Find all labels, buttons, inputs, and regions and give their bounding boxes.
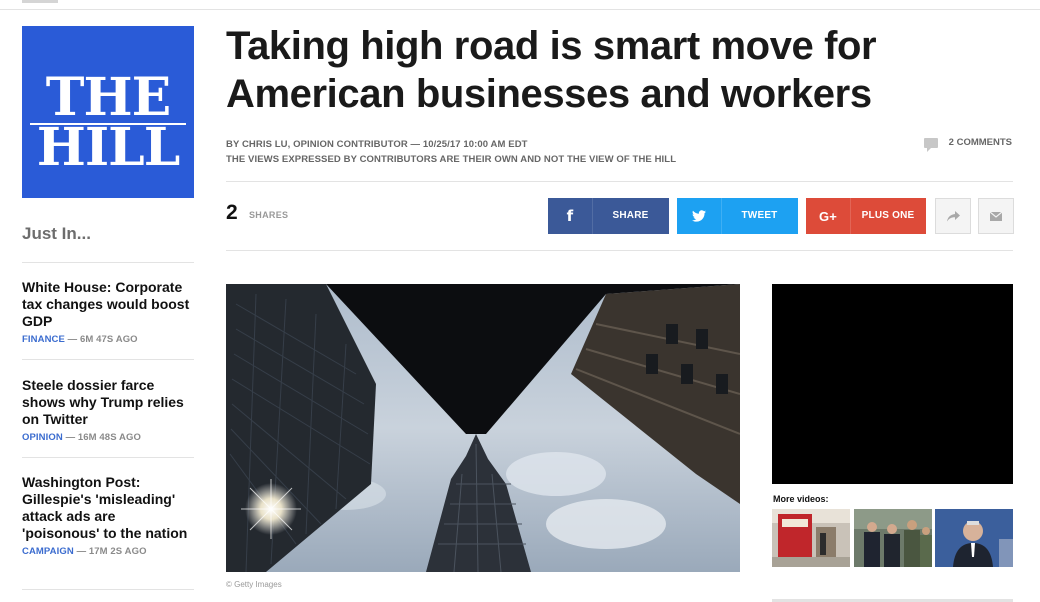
share-count: 2 bbox=[226, 201, 238, 224]
just-in-heading: Just In... bbox=[22, 224, 91, 243]
facebook-icon: f bbox=[548, 198, 593, 234]
divider bbox=[22, 262, 194, 263]
comment-bubble-icon bbox=[923, 137, 938, 152]
the-hill-logo[interactable]: THE HILL bbox=[22, 26, 194, 198]
story-meta: FINANCE — 6M 47S AGO bbox=[22, 334, 194, 345]
sidebar-story[interactable]: Steele dossier farce shows why Trump rel… bbox=[22, 377, 194, 443]
google-plus-icon: G+ bbox=[806, 198, 851, 234]
divider bbox=[226, 250, 1013, 251]
story-title[interactable]: White House: Corporate tax changes would… bbox=[22, 279, 194, 330]
story-title[interactable]: Steele dossier farce shows why Trump rel… bbox=[22, 377, 194, 428]
more-videos-label: More videos: bbox=[773, 494, 829, 504]
story-age: — 16M 48S AGO bbox=[62, 432, 141, 443]
article-byline: BY CHRIS LU, OPINION CONTRIBUTOR — 10/25… bbox=[226, 139, 528, 150]
envelope-icon bbox=[990, 211, 1002, 221]
story-meta: OPINION — 16M 48S AGO bbox=[22, 432, 194, 443]
story-title[interactable]: Washington Post: Gillespie's 'misleading… bbox=[22, 474, 194, 542]
twitter-bird-icon bbox=[677, 198, 722, 234]
divider bbox=[226, 181, 1013, 182]
divider bbox=[22, 359, 194, 360]
google-plus-button[interactable]: G+ PLUS ONE bbox=[806, 198, 926, 234]
comments-link[interactable]: 2 COMMENTS bbox=[923, 137, 1012, 152]
facebook-share-label: SHARE bbox=[612, 210, 649, 221]
story-category[interactable]: CAMPAIGN bbox=[22, 546, 74, 557]
story-age: — 17M 2S AGO bbox=[73, 546, 147, 557]
sidebar-story[interactable]: Washington Post: Gillespie's 'misleading… bbox=[22, 474, 194, 557]
divider bbox=[22, 589, 194, 590]
comments-count: 2 COMMENTS bbox=[948, 137, 1012, 148]
email-share-button[interactable] bbox=[978, 198, 1014, 234]
article-hero-image bbox=[226, 284, 740, 572]
story-age: — 6M 47S AGO bbox=[64, 334, 138, 345]
video-player[interactable] bbox=[772, 284, 1013, 484]
google-plus-label: PLUS ONE bbox=[861, 210, 915, 221]
video-thumbnail[interactable] bbox=[772, 509, 850, 567]
image-credit: © Getty Images bbox=[226, 580, 282, 589]
top-accent bbox=[22, 0, 58, 3]
article-headline: Taking high road is smart move for Ameri… bbox=[226, 24, 877, 116]
twitter-tweet-label: TWEET bbox=[741, 210, 778, 221]
twitter-tweet-button[interactable]: TWEET bbox=[677, 198, 798, 234]
story-category[interactable]: OPINION bbox=[22, 432, 63, 443]
story-meta: CAMPAIGN — 17M 2S AGO bbox=[22, 546, 194, 557]
divider bbox=[22, 457, 194, 458]
sidebar-story[interactable]: White House: Corporate tax changes would… bbox=[22, 279, 194, 345]
video-thumbnail[interactable] bbox=[854, 509, 932, 567]
forward-arrow-icon bbox=[946, 210, 960, 221]
contributor-disclaimer: THE VIEWS EXPRESSED BY CONTRIBUTORS ARE … bbox=[226, 154, 677, 165]
article-byline-block: BY CHRIS LU, OPINION CONTRIBUTOR — 10/25… bbox=[226, 137, 676, 167]
share-count-label: SHARES bbox=[249, 210, 289, 220]
logo-line-2: HILL bbox=[36, 117, 181, 178]
forward-share-button[interactable] bbox=[935, 198, 971, 234]
story-category[interactable]: FINANCE bbox=[22, 334, 65, 345]
facebook-share-button[interactable]: f SHARE bbox=[548, 198, 669, 234]
video-thumbnail[interactable] bbox=[935, 509, 1013, 567]
top-border bbox=[0, 0, 1040, 10]
